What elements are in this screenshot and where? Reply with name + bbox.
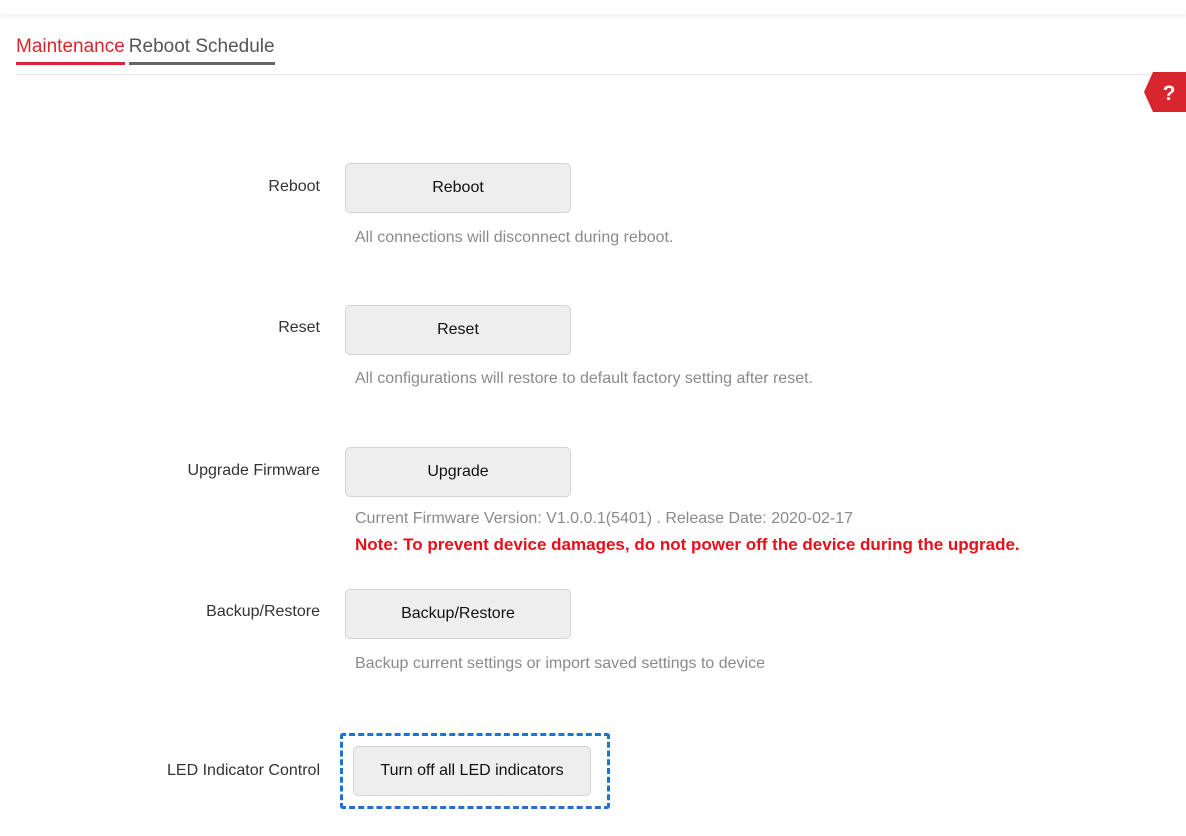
reset-button[interactable]: Reset: [345, 305, 571, 355]
turn-off-led-button[interactable]: Turn off all LED indicators: [353, 746, 591, 796]
help-icon[interactable]: ?: [1144, 72, 1186, 112]
reset-description: All configurations will restore to defau…: [355, 370, 813, 387]
tab-reboot-schedule[interactable]: Reboot Schedule: [128, 36, 275, 65]
upgrade-button[interactable]: Upgrade: [345, 447, 571, 497]
help-icon-glyph: ?: [1163, 82, 1176, 105]
firmware-version-text: Current Firmware Version: V1.0.0.1(5401)…: [355, 510, 854, 527]
backup-restore-label: Backup/Restore: [206, 603, 320, 620]
reboot-label: Reboot: [268, 178, 320, 195]
reboot-button[interactable]: Reboot: [345, 163, 571, 213]
upgrade-firmware-label: Upgrade Firmware: [187, 462, 320, 479]
top-shadow-bar: [0, 0, 1186, 14]
led-indicator-control-label: LED Indicator Control: [167, 762, 320, 779]
tab-maintenance[interactable]: Maintenance: [16, 36, 125, 65]
tab-divider: [16, 74, 1186, 75]
upgrade-warning-note: Note: To prevent device damages, do not …: [355, 535, 1020, 554]
backup-restore-button[interactable]: Backup/Restore: [345, 589, 571, 639]
tab-bar: Maintenance Reboot Schedule: [16, 36, 275, 65]
backup-restore-description: Backup current settings or import saved …: [355, 655, 765, 672]
reset-label: Reset: [278, 319, 320, 336]
reboot-description: All connections will disconnect during r…: [355, 229, 674, 246]
